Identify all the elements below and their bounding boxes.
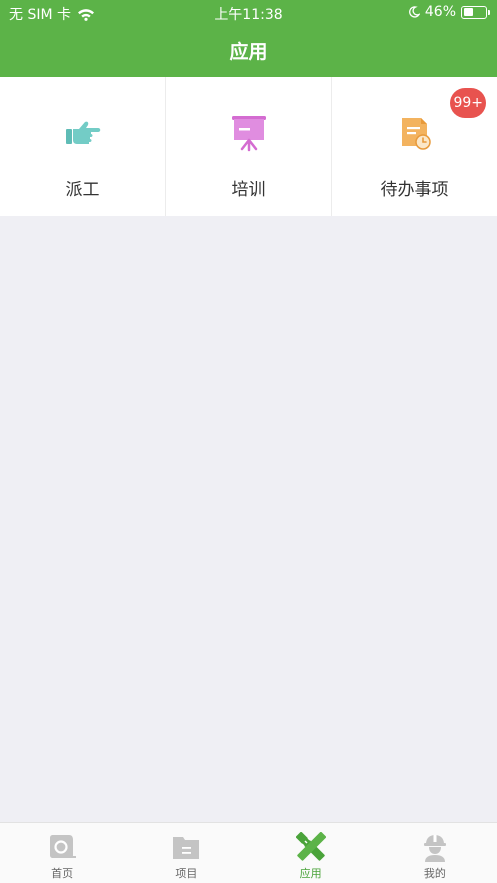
todo-document-clock-icon	[395, 113, 435, 153]
tab-projects[interactable]: 项目	[124, 823, 248, 883]
worker-helmet-icon	[420, 832, 450, 862]
page-title: 应用	[229, 41, 268, 63]
app-todo[interactable]: 待办事项 99+	[332, 77, 497, 216]
app-dispatch[interactable]: 派工	[0, 77, 166, 216]
app-training[interactable]: 培训	[166, 77, 332, 216]
ruler-pencil-icon	[295, 832, 326, 862]
battery-icon	[461, 5, 490, 19]
tab-label: 首页	[51, 867, 74, 880]
pointing-hand-icon	[63, 113, 103, 153]
tab-label: 项目	[175, 867, 198, 880]
app-label: 待办事项	[380, 180, 449, 200]
moon-icon	[408, 6, 420, 18]
tab-label: 应用	[299, 867, 322, 880]
battery-percent: 46%	[424, 4, 456, 20]
app-grid: 派工 培训 待办事项 99+	[0, 77, 497, 216]
tab-home[interactable]: 首页	[0, 823, 124, 883]
tab-apps[interactable]: 应用	[249, 823, 373, 883]
folder-icon	[171, 832, 201, 862]
app-label: 培训	[231, 180, 266, 200]
battery-fill	[463, 8, 474, 16]
home-tape-icon	[47, 832, 77, 862]
status-bar: 无 SIM 卡 上午11:38 46%	[0, 0, 497, 26]
status-right: 46%	[408, 4, 490, 20]
bottom-tab-bar: 首页 项目 应用 我的	[0, 822, 497, 883]
top-header: 无 SIM 卡 上午11:38 46% 应用	[0, 0, 497, 77]
tab-mine[interactable]: 我的	[373, 823, 497, 883]
notification-badge: 99+	[450, 88, 486, 118]
tab-label: 我的	[423, 867, 446, 880]
presentation-board-icon	[229, 113, 269, 153]
app-label: 派工	[65, 180, 100, 200]
